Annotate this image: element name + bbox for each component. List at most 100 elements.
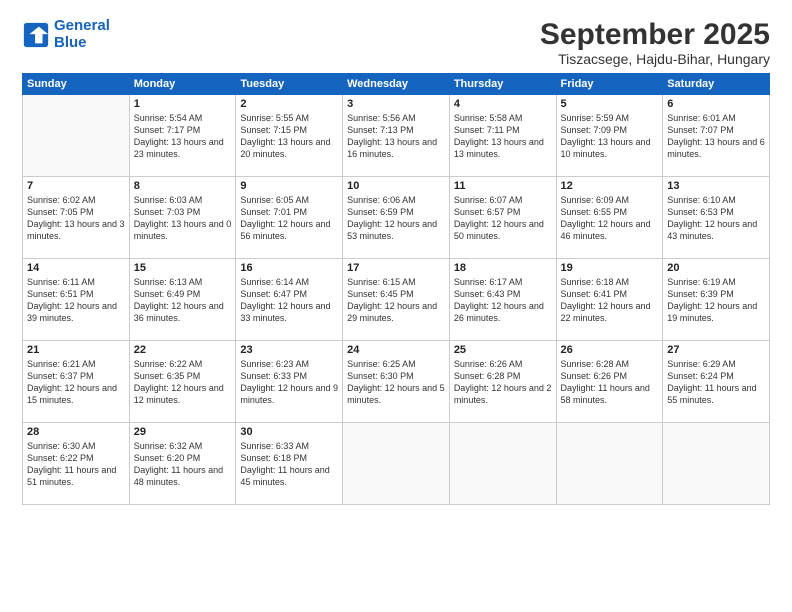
day-number: 9 — [240, 180, 338, 192]
day-info: Sunrise: 6:29 AM Sunset: 6:24 PM Dayligh… — [667, 358, 765, 407]
table-row: 20 Sunrise: 6:19 AM Sunset: 6:39 PM Dayli… — [663, 259, 770, 341]
table-row: 9Sunrise: 6:05 AM Sunset: 7:01 PM Daylig… — [236, 177, 343, 259]
logo-text: General Blue — [54, 18, 110, 51]
table-row: 22Sunrise: 6:22 AM Sunset: 6:35 PM Dayli… — [129, 341, 236, 423]
day-number: 17 — [347, 262, 445, 274]
col-saturday: Saturday — [663, 74, 770, 95]
title-block: September 2025 Tiszacsege, Hajdu-Bihar, … — [540, 18, 770, 67]
table-row — [663, 423, 770, 505]
table-row: 30Sunrise: 6:33 AM Sunset: 6:18 PM Dayli… — [236, 423, 343, 505]
table-row: 29 Sunrise: 6:32 AM Sunset: 6:20 PM Dayli… — [129, 423, 236, 505]
day-info: Sunrise: 6:23 AM Sunset: 6:33 PM Dayligh… — [240, 358, 338, 407]
day-number: 16 — [240, 262, 338, 274]
day-number: 2 — [240, 98, 338, 110]
day-number: 10 — [347, 180, 445, 192]
logo-icon — [22, 21, 50, 49]
calendar-header-row: Sunday Monday Tuesday Wednesday Thursday… — [23, 74, 770, 95]
table-row: 19Sunrise: 6:18 AM Sunset: 6:41 PM Dayli… — [556, 259, 663, 341]
day-number: 14 — [27, 262, 125, 274]
table-row: 11 Sunrise: 6:07 AM Sunset: 6:57 PM Dayli… — [449, 177, 556, 259]
day-number: 11 — [454, 180, 552, 192]
day-number: 4 — [454, 98, 552, 110]
day-info: Sunrise: 6:11 AM Sunset: 6:51 PM Dayligh… — [27, 276, 125, 325]
col-wednesday: Wednesday — [343, 74, 450, 95]
day-number: 18 — [454, 262, 552, 274]
calendar-week-row: 7Sunrise: 6:02 AM Sunset: 7:05 PM Daylig… — [23, 177, 770, 259]
table-row: 3 Sunrise: 5:56 AM Sunset: 7:13 PM Daylig… — [343, 95, 450, 177]
day-number: 26 — [561, 344, 659, 356]
day-info: Sunrise: 6:09 AM Sunset: 6:55 PM Dayligh… — [561, 194, 659, 243]
day-number: 23 — [240, 344, 338, 356]
day-info: Sunrise: 6:25 AM Sunset: 6:30 PM Dayligh… — [347, 358, 445, 407]
day-number: 5 — [561, 98, 659, 110]
col-sunday: Sunday — [23, 74, 130, 95]
day-info: Sunrise: 6:15 AM Sunset: 6:45 PM Dayligh… — [347, 276, 445, 325]
col-friday: Friday — [556, 74, 663, 95]
table-row: 7Sunrise: 6:02 AM Sunset: 7:05 PM Daylig… — [23, 177, 130, 259]
table-row — [343, 423, 450, 505]
calendar-week-row: 14 Sunrise: 6:11 AM Sunset: 6:51 PM Dayli… — [23, 259, 770, 341]
col-monday: Monday — [129, 74, 236, 95]
day-number: 28 — [27, 426, 125, 438]
day-info: Sunrise: 6:30 AM Sunset: 6:22 PM Dayligh… — [27, 440, 125, 489]
day-number: 13 — [667, 180, 765, 192]
table-row: 24 Sunrise: 6:25 AM Sunset: 6:30 PM Dayli… — [343, 341, 450, 423]
day-number: 15 — [134, 262, 232, 274]
day-number: 24 — [347, 344, 445, 356]
col-tuesday: Tuesday — [236, 74, 343, 95]
table-row — [556, 423, 663, 505]
day-number: 8 — [134, 180, 232, 192]
table-row: 6Sunrise: 6:01 AM Sunset: 7:07 PM Daylig… — [663, 95, 770, 177]
day-info: Sunrise: 5:55 AM Sunset: 7:15 PM Dayligh… — [240, 112, 338, 161]
day-info: Sunrise: 6:02 AM Sunset: 7:05 PM Dayligh… — [27, 194, 125, 243]
day-info: Sunrise: 6:28 AM Sunset: 6:26 PM Dayligh… — [561, 358, 659, 407]
table-row: 28 Sunrise: 6:30 AM Sunset: 6:22 PM Dayli… — [23, 423, 130, 505]
table-row: 27 Sunrise: 6:29 AM Sunset: 6:24 PM Dayli… — [663, 341, 770, 423]
day-info: Sunrise: 6:26 AM Sunset: 6:28 PM Dayligh… — [454, 358, 552, 407]
logo: General Blue — [22, 18, 110, 51]
day-info: Sunrise: 5:56 AM Sunset: 7:13 PM Dayligh… — [347, 112, 445, 161]
day-info: Sunrise: 6:21 AM Sunset: 6:37 PM Dayligh… — [27, 358, 125, 407]
month-title: September 2025 — [540, 18, 770, 51]
day-number: 29 — [134, 426, 232, 438]
day-info: Sunrise: 6:14 AM Sunset: 6:47 PM Dayligh… — [240, 276, 338, 325]
day-info: Sunrise: 6:07 AM Sunset: 6:57 PM Dayligh… — [454, 194, 552, 243]
table-row: 14 Sunrise: 6:11 AM Sunset: 6:51 PM Dayli… — [23, 259, 130, 341]
logo-line1: General — [54, 17, 110, 34]
calendar-table: Sunday Monday Tuesday Wednesday Thursday… — [22, 73, 770, 505]
page: General Blue September 2025 Tiszacsege, … — [0, 0, 792, 612]
table-row: 21Sunrise: 6:21 AM Sunset: 6:37 PM Dayli… — [23, 341, 130, 423]
table-row: 8 Sunrise: 6:03 AM Sunset: 7:03 PM Daylig… — [129, 177, 236, 259]
table-row: 1Sunrise: 5:54 AM Sunset: 7:17 PM Daylig… — [129, 95, 236, 177]
day-number: 6 — [667, 98, 765, 110]
header: General Blue September 2025 Tiszacsege, … — [22, 18, 770, 67]
table-row — [23, 95, 130, 177]
day-info: Sunrise: 6:18 AM Sunset: 6:41 PM Dayligh… — [561, 276, 659, 325]
day-info: Sunrise: 6:10 AM Sunset: 6:53 PM Dayligh… — [667, 194, 765, 243]
calendar-week-row: 28 Sunrise: 6:30 AM Sunset: 6:22 PM Dayli… — [23, 423, 770, 505]
table-row: 18Sunrise: 6:17 AM Sunset: 6:43 PM Dayli… — [449, 259, 556, 341]
calendar-week-row: 21Sunrise: 6:21 AM Sunset: 6:37 PM Dayli… — [23, 341, 770, 423]
logo-line2: Blue — [54, 34, 87, 51]
table-row: 17 Sunrise: 6:15 AM Sunset: 6:45 PM Dayli… — [343, 259, 450, 341]
day-info: Sunrise: 6:19 AM Sunset: 6:39 PM Dayligh… — [667, 276, 765, 325]
table-row: 16 Sunrise: 6:14 AM Sunset: 6:47 PM Dayli… — [236, 259, 343, 341]
day-number: 12 — [561, 180, 659, 192]
table-row: 13 Sunrise: 6:10 AM Sunset: 6:53 PM Dayli… — [663, 177, 770, 259]
table-row: 5Sunrise: 5:59 AM Sunset: 7:09 PM Daylig… — [556, 95, 663, 177]
day-info: Sunrise: 6:03 AM Sunset: 7:03 PM Dayligh… — [134, 194, 232, 243]
day-info: Sunrise: 6:32 AM Sunset: 6:20 PM Dayligh… — [134, 440, 232, 489]
calendar-week-row: 1Sunrise: 5:54 AM Sunset: 7:17 PM Daylig… — [23, 95, 770, 177]
table-row: 26 Sunrise: 6:28 AM Sunset: 6:26 PM Dayli… — [556, 341, 663, 423]
table-row: 4Sunrise: 5:58 AM Sunset: 7:11 PM Daylig… — [449, 95, 556, 177]
day-number: 3 — [347, 98, 445, 110]
table-row: 25Sunrise: 6:26 AM Sunset: 6:28 PM Dayli… — [449, 341, 556, 423]
day-number: 27 — [667, 344, 765, 356]
table-row: 15 Sunrise: 6:13 AM Sunset: 6:49 PM Dayli… — [129, 259, 236, 341]
day-number: 20 — [667, 262, 765, 274]
day-number: 1 — [134, 98, 232, 110]
day-info: Sunrise: 6:13 AM Sunset: 6:49 PM Dayligh… — [134, 276, 232, 325]
day-info: Sunrise: 6:22 AM Sunset: 6:35 PM Dayligh… — [134, 358, 232, 407]
col-thursday: Thursday — [449, 74, 556, 95]
table-row: 12 Sunrise: 6:09 AM Sunset: 6:55 PM Dayli… — [556, 177, 663, 259]
